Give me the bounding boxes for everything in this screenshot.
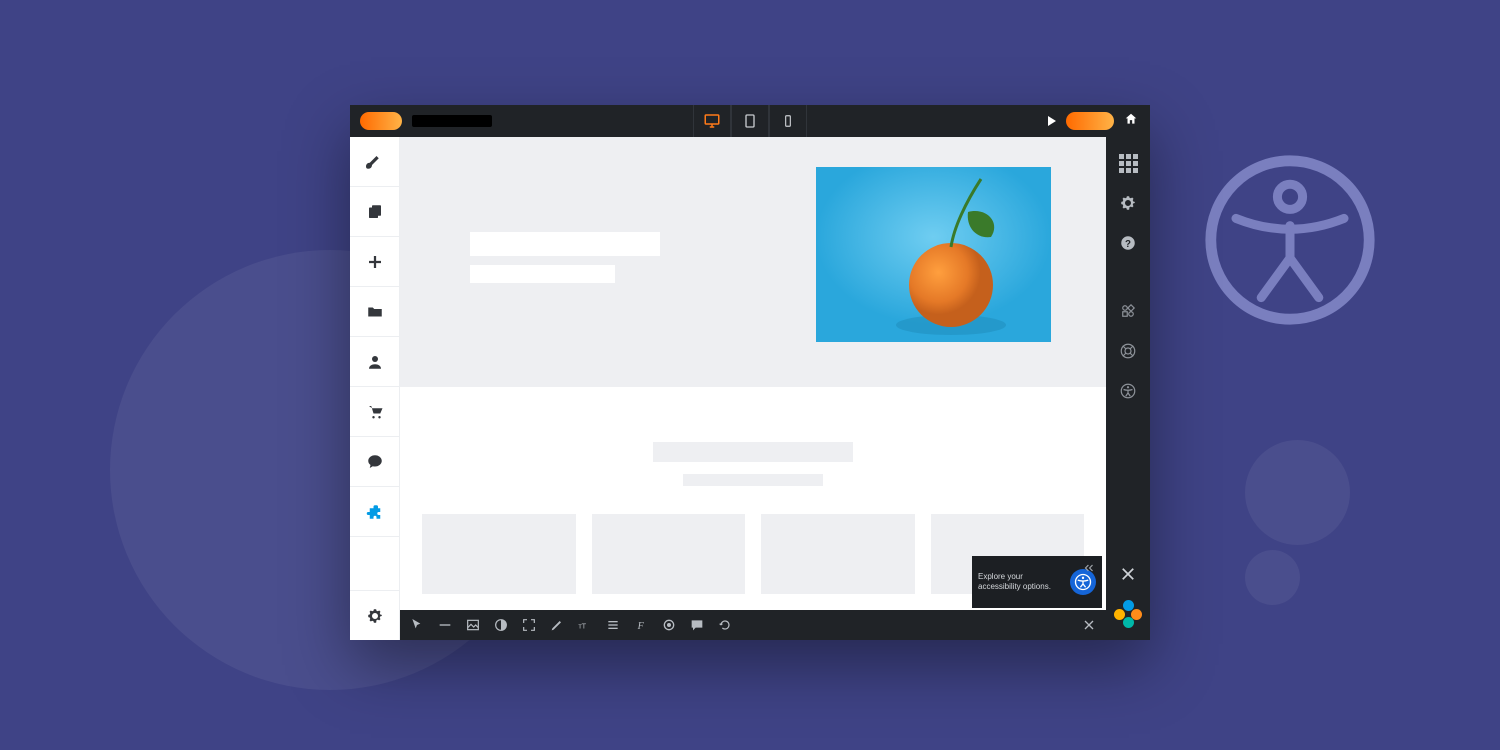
help-icon: ? <box>1119 234 1137 252</box>
card-placeholder[interactable] <box>422 514 576 594</box>
comment-icon <box>366 453 384 471</box>
sidebar-item-design[interactable] <box>350 137 399 187</box>
hero-image[interactable] <box>816 167 1051 342</box>
color-dots-icon <box>1114 600 1142 628</box>
tool-comment[interactable] <box>688 616 706 634</box>
list-icon <box>605 617 621 633</box>
puzzle-icon <box>366 503 384 521</box>
sidebar-item-settings[interactable] <box>350 590 399 640</box>
tool-textsize[interactable]: тT <box>576 616 594 634</box>
person-icon <box>366 353 384 371</box>
bottom-toolbar: тT F <box>400 610 1106 640</box>
tool-list[interactable] <box>604 616 622 634</box>
tool-refresh[interactable] <box>716 616 734 634</box>
rs-close[interactable] <box>1110 556 1146 592</box>
folder-icon <box>366 303 384 321</box>
play-button[interactable] <box>1048 116 1056 126</box>
hero-subheading-placeholder[interactable] <box>470 265 615 283</box>
speech-icon <box>689 617 705 633</box>
gear-icon <box>1119 194 1137 212</box>
device-desktop-button[interactable] <box>693 105 731 137</box>
circle-icon <box>661 617 677 633</box>
rs-accessibility[interactable] <box>1110 373 1146 409</box>
tangerine-illustration <box>816 167 1051 342</box>
rs-help[interactable]: ? <box>1110 225 1146 261</box>
rs-marketplace[interactable] <box>1110 596 1146 632</box>
home-icon <box>1124 112 1138 126</box>
home-button[interactable] <box>1124 112 1138 131</box>
close-icon <box>1119 565 1137 583</box>
image-icon <box>465 617 481 633</box>
tool-theme[interactable] <box>660 616 678 634</box>
tool-line[interactable] <box>436 616 454 634</box>
tool-pointer[interactable] <box>408 616 426 634</box>
cart-icon <box>366 403 384 421</box>
left-sidebar <box>350 137 400 640</box>
italic-icon: F <box>633 617 649 633</box>
right-sidebar: ? <box>1106 137 1150 640</box>
sidebar-item-media[interactable] <box>350 287 399 337</box>
accessibility-hero-icon <box>1200 150 1380 330</box>
pages-icon <box>366 203 384 221</box>
brush-icon <box>366 153 384 171</box>
fullscreen-icon <box>521 617 537 633</box>
accessibility-tooltip[interactable]: Explore your accessibility options. <box>972 556 1102 608</box>
svg-text:F: F <box>637 621 645 632</box>
tool-contrast[interactable] <box>492 616 510 634</box>
svg-text:тT: тT <box>578 621 586 630</box>
rs-support[interactable] <box>1110 333 1146 369</box>
chevron-left-icon <box>1082 560 1096 578</box>
section-title-placeholder[interactable] <box>653 442 853 462</box>
pointer-icon <box>409 617 425 633</box>
rs-apps[interactable] <box>1110 145 1146 181</box>
minus-icon <box>437 617 453 633</box>
bg-circle-small <box>1245 550 1300 605</box>
rs-components[interactable] <box>1110 293 1146 329</box>
device-switcher <box>693 105 807 137</box>
gear-icon <box>366 607 384 625</box>
rs-settings[interactable] <box>1110 185 1146 221</box>
refresh-icon <box>717 617 733 633</box>
tool-image[interactable] <box>464 616 482 634</box>
shapes-icon <box>1119 302 1137 320</box>
accessibility-tooltip-text: Explore your accessibility options. <box>978 572 1064 592</box>
card-placeholder[interactable] <box>761 514 915 594</box>
tablet-icon <box>742 113 758 129</box>
pen-icon <box>549 617 565 633</box>
phone-icon <box>781 114 795 128</box>
tool-pen[interactable] <box>548 616 566 634</box>
contrast-icon <box>493 617 509 633</box>
accessibility-icon <box>1119 382 1137 400</box>
sidebar-item-store[interactable] <box>350 387 399 437</box>
sidebar-item-pages[interactable] <box>350 187 399 237</box>
close-icon <box>1081 617 1097 633</box>
canvas[interactable]: Explore your accessibility options. <box>400 137 1106 640</box>
card-placeholder[interactable] <box>592 514 746 594</box>
hero-section[interactable] <box>400 137 1106 387</box>
preview-button[interactable] <box>1066 112 1114 130</box>
hero-heading-placeholder[interactable] <box>470 232 660 256</box>
plus-icon <box>366 253 384 271</box>
device-phone-button[interactable] <box>769 105 807 137</box>
tool-fullscreen[interactable] <box>520 616 538 634</box>
sidebar-item-comments[interactable] <box>350 437 399 487</box>
editor-window: Explore your accessibility options. <box>350 105 1150 640</box>
lifebuoy-icon <box>1119 342 1137 360</box>
svg-text:?: ? <box>1125 239 1131 250</box>
grid9-icon <box>1119 154 1138 173</box>
top-bar <box>350 105 1150 137</box>
site-title[interactable] <box>412 115 492 127</box>
device-tablet-button[interactable] <box>731 105 769 137</box>
sidebar-item-members[interactable] <box>350 337 399 387</box>
sidebar-item-add[interactable] <box>350 237 399 287</box>
bg-circle-medium <box>1245 440 1350 545</box>
sidebar-item-plugins[interactable] <box>350 487 399 537</box>
section-subtitle-placeholder[interactable] <box>683 474 823 486</box>
brand-logo[interactable] <box>360 112 402 130</box>
toolbar-close[interactable] <box>1080 616 1098 634</box>
tool-italic[interactable]: F <box>632 616 650 634</box>
desktop-icon <box>703 112 721 130</box>
text-size-icon: тT <box>577 617 593 633</box>
